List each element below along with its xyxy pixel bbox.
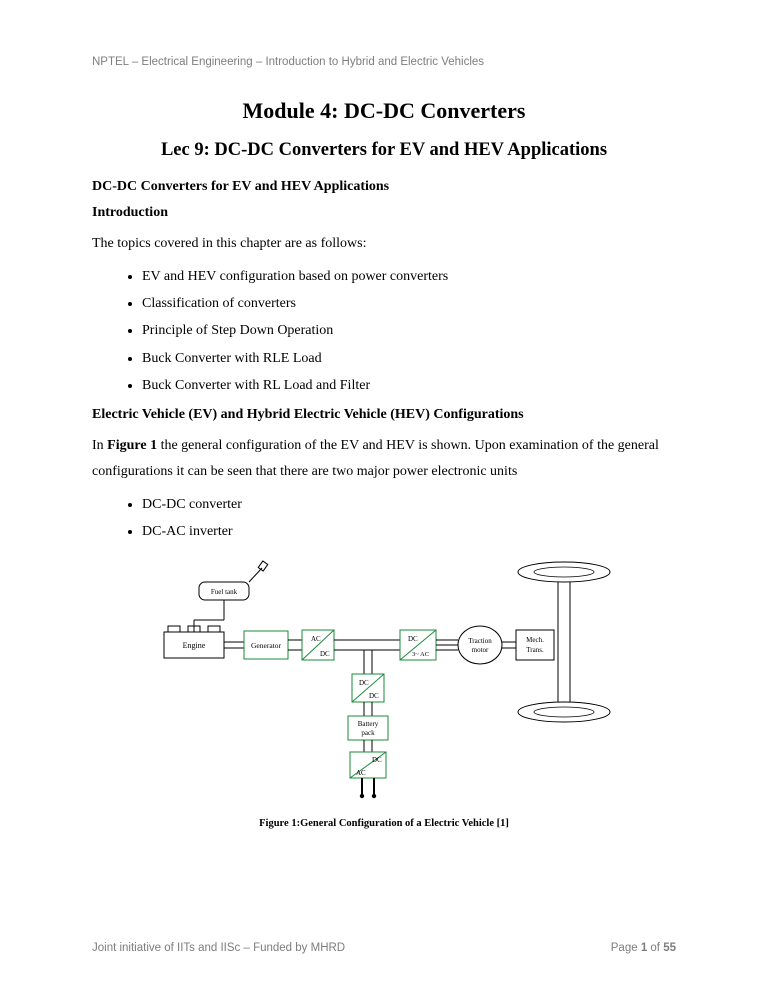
body-paragraph: In Figure 1 the general configuration of… [92,433,676,485]
intro-label: Introduction [92,205,676,221]
intro-text: The topics covered in this chapter are a… [92,231,676,257]
section-heading: DC-DC Converters for EV and HEV Applicat… [92,179,676,195]
para-post: the general configuration of the EV and … [92,438,659,479]
list-item: DC-DC converter [142,491,676,518]
ev-config-diagram: Fuel tank Engine Generator [144,554,624,814]
wheel-top-icon [518,562,610,582]
footer-page: Page 1 of 55 [611,942,676,954]
units-list: DC-DC converter DC-AC inverter [92,491,676,546]
traction-label2: motor [472,646,489,654]
dcdc-top-label: DC [359,679,369,687]
footer-left: Joint initiative of IITs and IISc – Fund… [92,942,345,954]
battery-label: Battery [358,720,379,728]
acdc-bot-label: DC [320,650,330,658]
mech-label2: Trans. [526,646,544,654]
wheel-bottom-icon [518,702,610,722]
para-bold: Figure 1 [107,438,157,453]
figure-1: Fuel tank Engine Generator [92,554,676,829]
para-pre: In [92,438,107,453]
list-item: EV and HEV configuration based on power … [142,263,676,290]
battery-label2: pack [361,729,375,737]
list-item: Buck Converter with RL Load and Filter [142,372,676,399]
list-item: Classification of converters [142,290,676,317]
figure-caption: Figure 1:General Configuration of a Elec… [259,818,509,829]
list-item: Buck Converter with RLE Load [142,345,676,372]
list-item: Principle of Step Down Operation [142,317,676,344]
page-mid: of [647,942,663,954]
dcac-top-label: DC [408,635,418,643]
page: NPTEL – Electrical Engineering – Introdu… [0,0,768,994]
dcac2-bot-label: AC [356,769,366,777]
dcac-bot-label: 3~ AC [412,651,429,658]
dcdc-bot-label: DC [369,692,379,700]
footer: Joint initiative of IITs and IISc – Fund… [92,942,676,954]
fuel-tank-label: Fuel tank [211,588,238,596]
engine-label: Engine [183,641,206,650]
topics-list: EV and HEV configuration based on power … [92,263,676,399]
config-heading: Electric Vehicle (EV) and Hybrid Electri… [92,407,676,423]
page-pre: Page [611,942,641,954]
generator-label: Generator [251,641,281,650]
header-meta: NPTEL – Electrical Engineering – Introdu… [92,56,676,68]
traction-label: Traction [468,637,492,645]
list-item: DC-AC inverter [142,518,676,545]
module-title: Module 4: DC-DC Converters [92,98,676,124]
page-total: 55 [663,942,676,954]
mech-label: Mech. [526,636,544,644]
acdc-top-label: AC [311,635,321,643]
dcac2-top-label: DC [372,756,382,764]
lecture-title: Lec 9: DC-DC Converters for EV and HEV A… [92,140,676,161]
